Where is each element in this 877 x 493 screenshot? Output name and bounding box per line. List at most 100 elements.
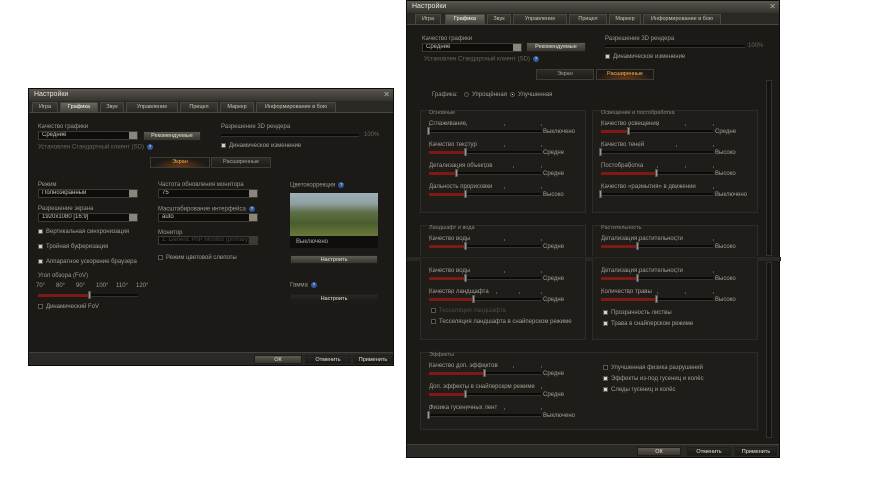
dynamic-change-checkbox[interactable]: Динамическое изменение	[221, 143, 301, 149]
subtab-screen[interactable]: Экран	[150, 157, 210, 168]
setting-slider[interactable]	[601, 292, 714, 303]
apply-button[interactable]: Применить	[353, 355, 393, 364]
slider-thumb[interactable]	[463, 148, 467, 156]
tab-sound[interactable]: Звук	[100, 102, 124, 113]
slider-thumb[interactable]	[463, 242, 467, 250]
tab-graphics[interactable]: Графика	[445, 14, 485, 25]
graphics-quality-select[interactable]: Средние	[422, 43, 522, 52]
slider-thumb[interactable]	[483, 369, 486, 377]
tab-game[interactable]: Игра	[415, 14, 441, 25]
checkbox-label: Эффекты из-под гусениц и колёс	[611, 376, 704, 383]
color-correction-configure-button[interactable]: Настроить	[290, 255, 378, 264]
tab-battle-info[interactable]: Информирование в бою	[256, 102, 336, 113]
setting-slider[interactable]	[427, 408, 542, 419]
scrollbar-top[interactable]	[766, 80, 772, 256]
slider-thumb[interactable]	[455, 169, 458, 177]
slider-thumb[interactable]	[463, 390, 467, 398]
setting-slider[interactable]	[427, 124, 542, 135]
setting-slider[interactable]	[601, 271, 714, 282]
setting-checkbox[interactable]: Эффекты из-под гусениц и колёс	[603, 376, 704, 382]
tab-game[interactable]: Игра	[32, 102, 58, 113]
tab-sight[interactable]: Прицел	[180, 102, 218, 113]
setting-slider[interactable]	[599, 187, 714, 198]
slider-thumb[interactable]	[427, 127, 430, 135]
slider-thumb[interactable]	[635, 242, 639, 250]
subtab-advanced[interactable]: Расширенные	[211, 157, 271, 168]
setting-checkbox[interactable]: Тесселяция ландшафта	[431, 308, 506, 314]
setting-slider[interactable]	[601, 239, 714, 250]
scrollbar-bottom[interactable]	[766, 262, 772, 438]
browser-acceleration-checkbox[interactable]: Аппаратное ускорение браузера	[38, 259, 137, 265]
setting-slider[interactable]	[601, 124, 714, 135]
setting-slider[interactable]	[429, 292, 542, 303]
setting-slider[interactable]	[429, 145, 542, 156]
subtab-advanced[interactable]: Расширенные	[596, 69, 654, 80]
setting-slider[interactable]	[429, 166, 542, 177]
slider-thumb[interactable]	[635, 274, 639, 282]
recommended-button[interactable]: Рекомендуемые	[143, 131, 201, 141]
render-resolution-slider[interactable]	[605, 45, 745, 48]
tab-marker[interactable]: Маркер	[609, 14, 641, 25]
info-icon[interactable]: ?	[248, 206, 255, 212]
setting-slider[interactable]	[429, 366, 542, 377]
setting-slider[interactable]	[429, 187, 542, 198]
fov-slider[interactable]	[38, 291, 138, 299]
close-icon[interactable]: ✕	[383, 90, 390, 99]
cancel-button[interactable]: Отменить	[687, 447, 731, 456]
apply-button[interactable]: Применить	[735, 447, 777, 456]
info-icon[interactable]: ?	[338, 182, 345, 188]
monitor-select[interactable]: 1: Generic PnP Monitor (primary)	[158, 236, 258, 245]
setting-checkbox[interactable]: Тесселяция ландшафта в снайперском режим…	[431, 319, 572, 325]
slider-thumb[interactable]	[463, 190, 467, 198]
tab-battle-info[interactable]: Информирование в бою	[643, 14, 721, 25]
gamma-configure-button[interactable]: Настроить	[290, 294, 378, 303]
slider-thumb[interactable]	[655, 295, 658, 303]
ui-scale-select[interactable]: auto	[158, 213, 258, 222]
triple-buffering-checkbox[interactable]: Тройная буферизация	[38, 244, 108, 250]
cancel-button[interactable]: Отменить	[305, 355, 351, 364]
slider-thumb[interactable]	[427, 411, 430, 419]
setting-slider[interactable]	[429, 387, 542, 398]
refresh-rate-select[interactable]: 75	[158, 189, 258, 198]
slider-thumb[interactable]	[471, 295, 475, 303]
tab-marker[interactable]: Маркер	[220, 102, 254, 113]
render-resolution-slider[interactable]	[221, 134, 359, 137]
colorblind-checkbox[interactable]: Режим цветовой слепоты	[158, 255, 237, 261]
info-icon[interactable]: ?	[310, 282, 317, 288]
mode-select[interactable]: Полноэкранный	[38, 189, 138, 198]
tab-controls[interactable]: Управление	[513, 14, 567, 25]
slider-thumb[interactable]	[599, 190, 602, 198]
info-icon[interactable]: ?	[533, 56, 539, 62]
ok-button[interactable]: ОК	[637, 447, 681, 456]
info-icon[interactable]: ?	[147, 144, 153, 150]
setting-checkbox[interactable]: Следы гусениц и колёс	[603, 387, 676, 393]
vsync-checkbox[interactable]: Вертикальная синхронизация	[38, 229, 129, 235]
setting-slider[interactable]	[429, 239, 542, 250]
slider-thumb[interactable]	[599, 148, 602, 156]
setting-checkbox[interactable]: Прозрачность листвы	[603, 310, 672, 316]
setting-slider[interactable]	[429, 271, 542, 282]
fov-thumb[interactable]	[88, 291, 91, 299]
graphics-quality-select[interactable]: Средние	[38, 131, 138, 140]
slider-thumb[interactable]	[627, 127, 630, 135]
setting-checkbox[interactable]: Трава в снайперском режиме	[603, 321, 693, 327]
setting-slider[interactable]	[601, 166, 714, 177]
slider-value: Средне	[543, 171, 565, 177]
dynamic-change-checkbox[interactable]: Динамическое изменение	[605, 54, 685, 60]
tab-graphics[interactable]: Графика	[60, 102, 98, 113]
tab-sight[interactable]: Прицел	[569, 14, 607, 25]
tab-controls[interactable]: Управление	[126, 102, 178, 113]
radio-simplified[interactable]: Упрощённая	[464, 92, 507, 98]
setting-slider[interactable]	[599, 145, 714, 156]
close-icon[interactable]: ✕	[769, 2, 776, 11]
screen-resolution-select[interactable]: 1920x1080 [16:9]	[38, 213, 138, 222]
setting-checkbox[interactable]: Улучшенная физика разрушений	[603, 365, 703, 371]
slider-thumb[interactable]	[655, 169, 658, 177]
dynamic-fov-checkbox[interactable]: Динамический FoV	[38, 304, 99, 310]
recommended-button[interactable]: Рекомендуемые	[526, 42, 586, 52]
subtab-screen[interactable]: Экран	[536, 69, 594, 80]
tab-sound[interactable]: Звук	[487, 14, 511, 25]
ok-button[interactable]: ОК	[254, 355, 302, 364]
slider-thumb[interactable]	[463, 274, 467, 282]
radio-improved[interactable]: Улучшенная	[510, 92, 552, 98]
